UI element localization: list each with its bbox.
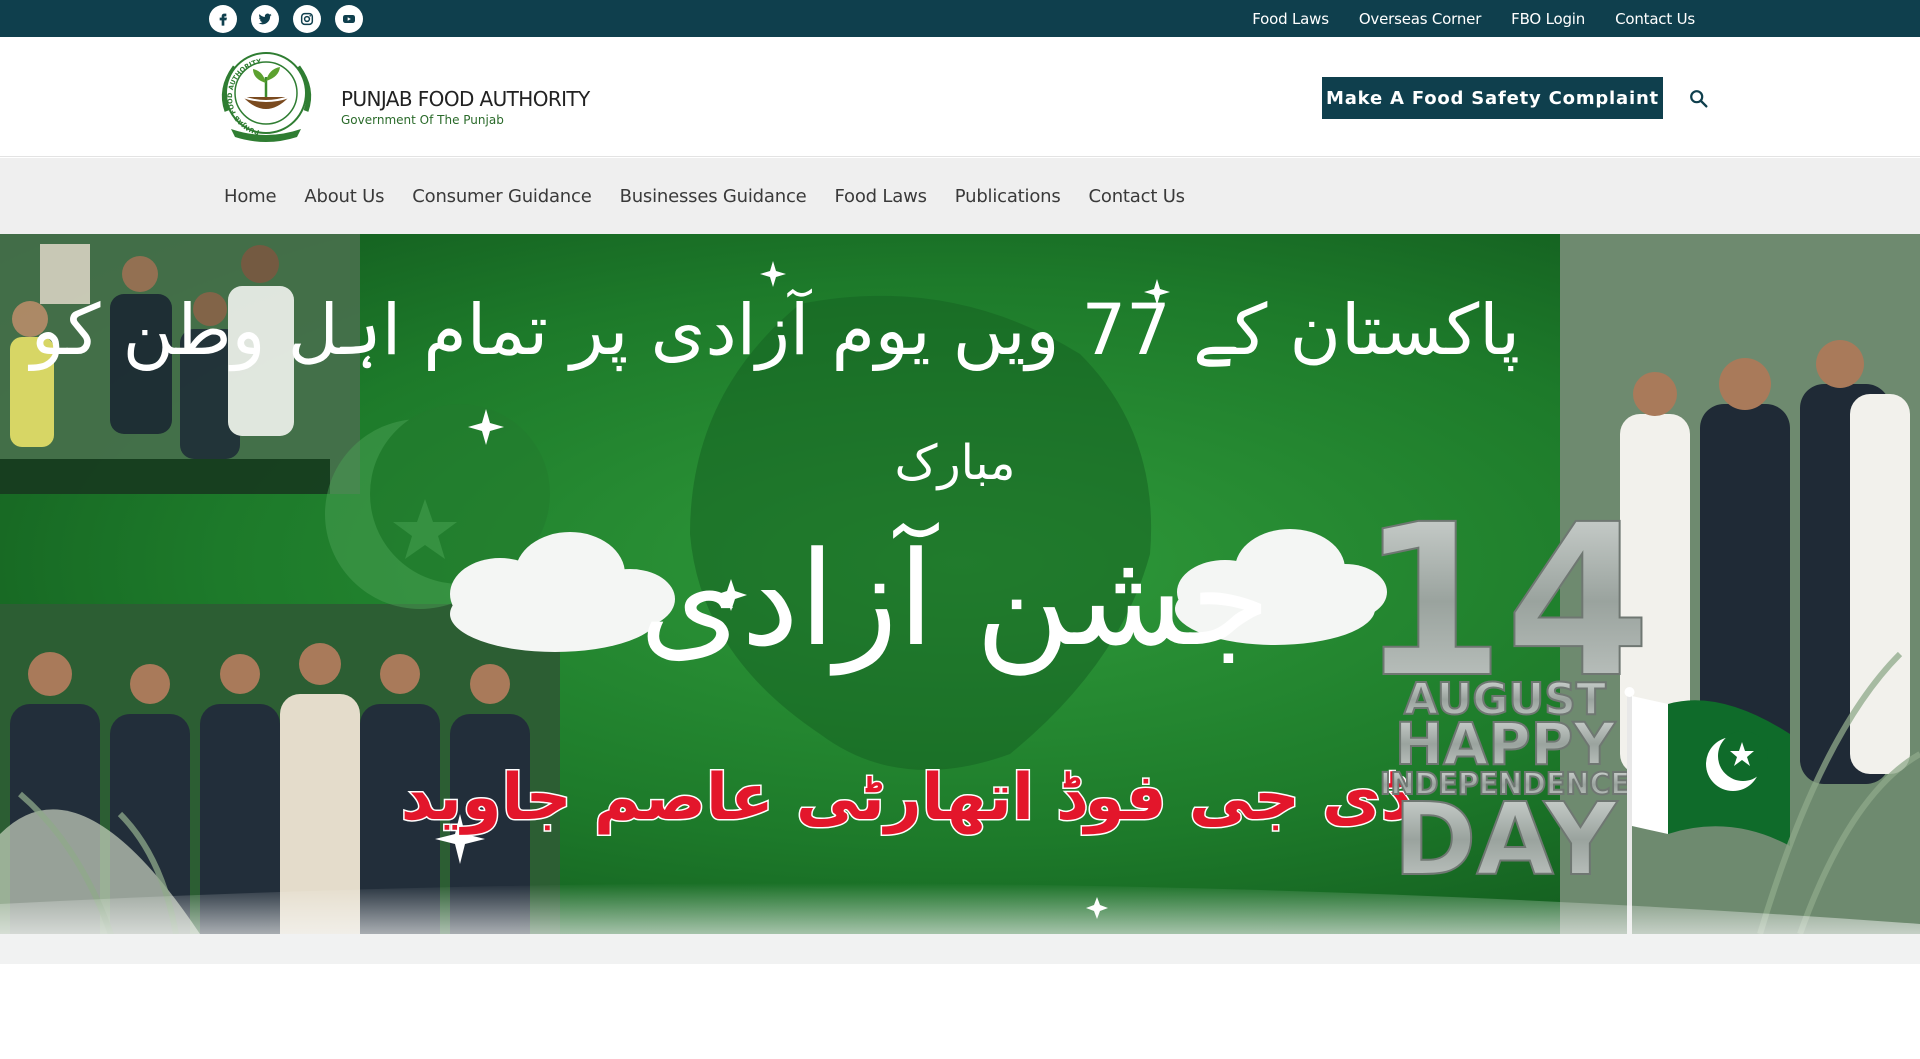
hero-banner: پاکستان کے 77 ویں یوم آزادی پر تمام اہل … (0, 234, 1920, 964)
urdu-mubarak: مبارک (895, 435, 1016, 491)
nav-item-publications[interactable]: Publications (941, 186, 1075, 207)
badge-day: DAY (1393, 781, 1618, 898)
brand: PUNJAB FOOD AUTHORITY Government Of The … (341, 87, 590, 127)
brand-name: PUNJAB FOOD AUTHORITY (341, 87, 590, 111)
nav-item-consumer-guidance[interactable]: Consumer Guidance (398, 186, 605, 207)
nav-item-businesses-guidance[interactable]: Businesses Guidance (606, 186, 821, 207)
site-header: PUNJAB FOOD AUTHORITY PUNJAB FOOD AUTHOR… (0, 37, 1920, 157)
urdu-headline: پاکستان کے 77 ویں یوم آزادی پر تمام اہل … (28, 288, 1520, 372)
top-link-fbo-login[interactable]: FBO Login (1511, 10, 1585, 28)
top-bar: Food Laws Overseas Corner FBO Login Cont… (0, 0, 1920, 37)
twitter-icon[interactable] (251, 5, 279, 33)
nav-item-contact-us[interactable]: Contact Us (1075, 186, 1199, 207)
top-link-food-laws[interactable]: Food Laws (1252, 10, 1329, 28)
nav-item-food-laws[interactable]: Food Laws (821, 186, 941, 207)
brand-subtitle: Government Of The Punjab (341, 113, 504, 127)
top-links: Food Laws Overseas Corner FBO Login Cont… (1252, 0, 1695, 37)
nav-item-about-us[interactable]: About Us (290, 186, 398, 207)
youtube-icon[interactable] (335, 5, 363, 33)
food-safety-complaint-button[interactable]: Make A Food Safety Complaint (1322, 77, 1663, 119)
nav-item-home[interactable]: Home (210, 186, 290, 207)
instagram-icon[interactable] (293, 5, 321, 33)
social-links (209, 5, 363, 33)
urdu-jashn-e-azadi: جشن آزادی (639, 521, 1270, 676)
main-nav: Home About Us Consumer Guidance Business… (0, 158, 1920, 234)
urdu-dg-name: ڈی جی فوڈ اتھارٹی عاصم جاوید (401, 761, 1412, 835)
pfa-logo[interactable]: PUNJAB FOOD AUTHORITY (209, 49, 324, 145)
facebook-icon[interactable] (209, 5, 237, 33)
top-link-contact-us[interactable]: Contact Us (1615, 10, 1695, 28)
independence-day-badge: 14 AUGUST HAPPY INDEPENDENCE DAY (1358, 478, 1652, 899)
search-icon[interactable] (1688, 88, 1710, 110)
top-link-overseas-corner[interactable]: Overseas Corner (1359, 10, 1482, 28)
